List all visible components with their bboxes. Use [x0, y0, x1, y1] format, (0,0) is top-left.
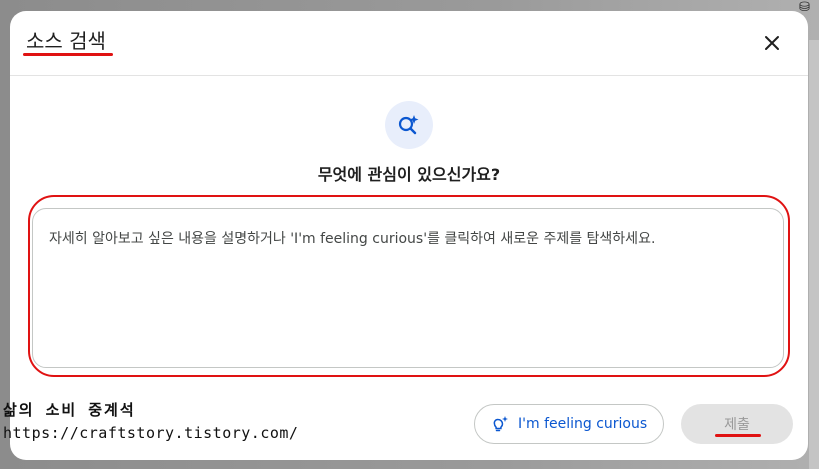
query-box — [32, 208, 784, 368]
close-icon — [765, 36, 779, 50]
submit-annotation-underline — [715, 434, 761, 437]
submit-button[interactable]: 제출 — [681, 404, 793, 444]
title-annotation-underline — [23, 53, 113, 56]
discover-sources-dialog: 소스 검색 무엇에 관심이 있으신가요? I'm feeling curious… — [10, 11, 808, 460]
search-sparkle-icon — [385, 101, 433, 149]
dialog-title: 소스 검색 — [26, 29, 106, 53]
lightbulb-sparkle-icon — [493, 416, 508, 432]
prompt-heading: 무엇에 관심이 있으신가요? — [317, 165, 501, 184]
feeling-curious-button[interactable]: I'm feeling curious — [474, 404, 664, 444]
feeling-curious-label: I'm feeling curious — [518, 416, 648, 432]
watermark-blog-url: https://craftstory.tistory.com/ — [3, 424, 299, 442]
watermark-blog-name: 삶의 소비 중계석 — [3, 401, 136, 419]
background-scroll-strip — [809, 40, 819, 469]
dialog-header: 소스 검색 — [10, 11, 808, 76]
close-button[interactable] — [758, 29, 786, 57]
query-input[interactable] — [49, 229, 767, 347]
